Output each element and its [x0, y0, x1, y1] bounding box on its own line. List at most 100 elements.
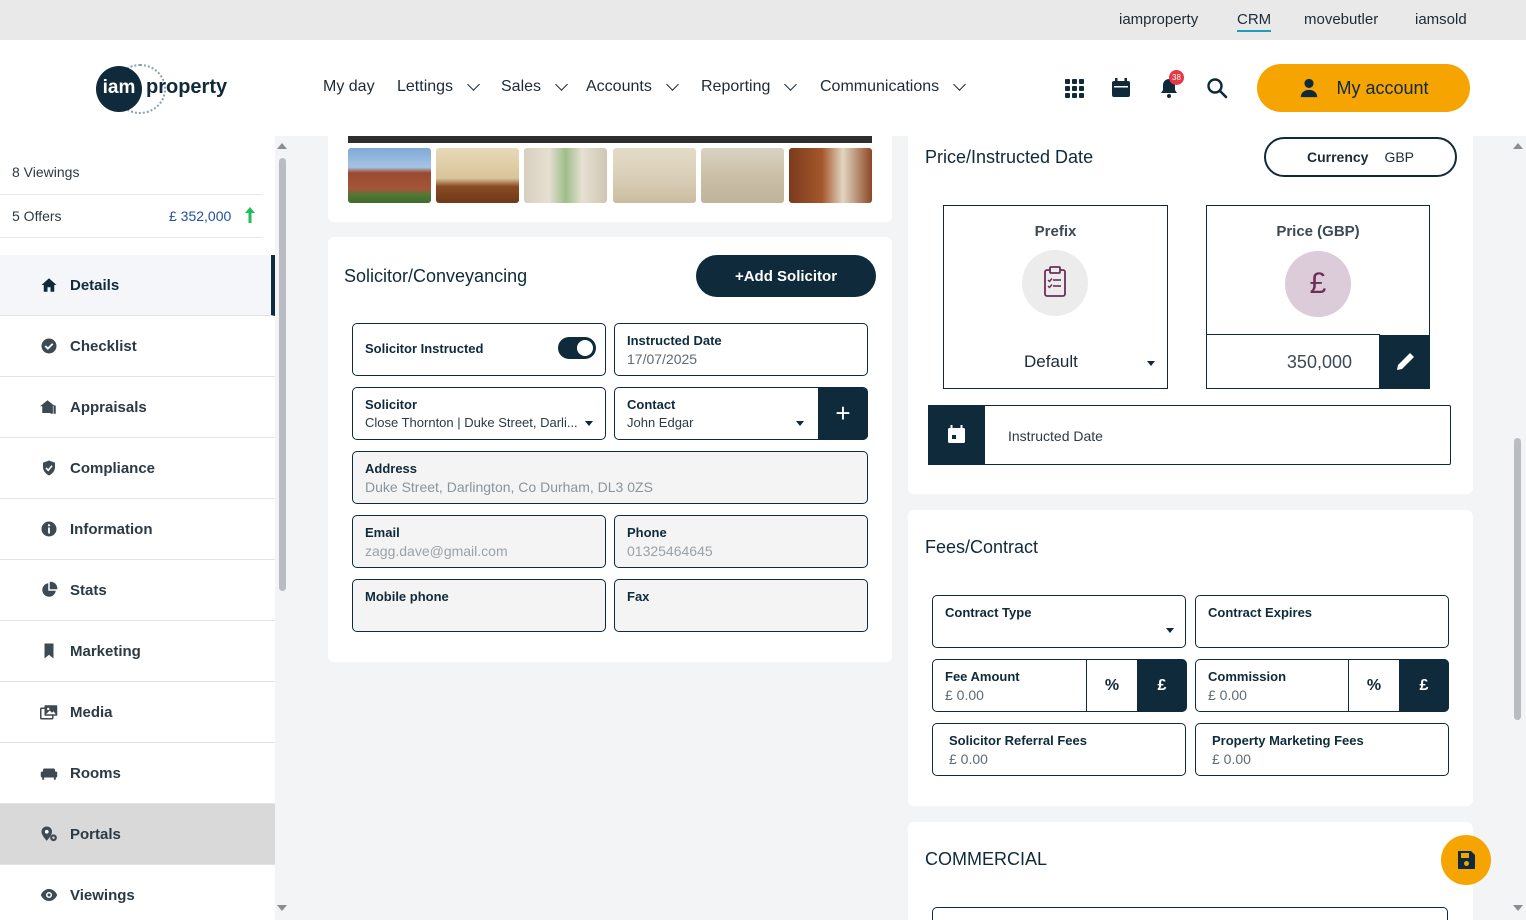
my-account-button[interactable]: My account: [1257, 64, 1470, 112]
nav-reporting[interactable]: Reporting: [701, 78, 798, 96]
nav-my-day[interactable]: My day: [323, 78, 375, 96]
brand-link-iamsold[interactable]: iamsold: [1415, 11, 1467, 28]
house-chart-icon: [40, 400, 56, 414]
field-value: 01325464645: [627, 543, 713, 559]
nav-lettings[interactable]: Lettings: [397, 78, 480, 96]
sidebar-item-appraisals[interactable]: Appraisals: [0, 377, 275, 438]
price-divider: [1206, 334, 1380, 335]
contract-expires-field[interactable]: Contract Expires: [1195, 595, 1449, 648]
address-field[interactable]: Address Duke Street, Darlington, Co Durh…: [352, 451, 868, 504]
field-label: Email: [365, 525, 400, 540]
sidebar-item-label: Compliance: [70, 459, 156, 477]
field-label: Mobile phone: [365, 589, 449, 604]
page-scrollbar-thumb[interactable]: [1514, 438, 1521, 720]
solicitor-instructed-date-field[interactable]: Instructed Date 17/07/2025: [614, 323, 868, 376]
sidebar-item-label: Marketing: [70, 642, 141, 660]
sidebar-item-label: Checklist: [70, 337, 137, 355]
mobile-phone-field[interactable]: Mobile phone: [352, 579, 606, 632]
sidebar-item-media[interactable]: Media: [0, 682, 275, 743]
sidebar-item-compliance[interactable]: Compliance: [0, 438, 275, 499]
sidebar-item-rooms[interactable]: Rooms: [0, 743, 275, 804]
field-label: Phone: [627, 525, 667, 540]
shield-check-icon: [43, 460, 55, 476]
apps-grid-icon[interactable]: [1062, 76, 1086, 100]
user-icon: [1301, 78, 1318, 98]
brand-link-iamproperty[interactable]: iamproperty: [1119, 11, 1198, 28]
offers-summary-row[interactable]: 5 Offers £ 352,000: [0, 195, 263, 238]
instructed-date-field[interactable]: [928, 405, 1451, 465]
viewings-summary-row[interactable]: 8 Viewings: [0, 158, 263, 195]
sidebar-item-marketing[interactable]: Marketing: [0, 621, 275, 682]
pencil-icon: [1397, 353, 1414, 370]
commercial-section-title: COMMERCIAL: [925, 849, 1048, 869]
property-photo-thumbnail[interactable]: [789, 148, 872, 203]
edit-price-button[interactable]: [1379, 335, 1430, 389]
main-photo-bottom-edge: [348, 136, 872, 143]
page-scroll-up-arrow[interactable]: [1513, 143, 1523, 149]
brand-link-crm[interactable]: CRM: [1237, 11, 1272, 32]
add-contact-button[interactable]: +: [818, 388, 868, 440]
property-photo-thumbnail[interactable]: [348, 148, 431, 203]
calendar-icon[interactable]: [1109, 76, 1133, 100]
email-field[interactable]: Email zagg.dave@gmail.com: [352, 515, 606, 568]
property-photo-thumbnail[interactable]: [701, 148, 784, 203]
contract-type-select[interactable]: Contract Type: [932, 595, 1186, 648]
sidebar-item-viewings[interactable]: Viewings: [0, 865, 275, 920]
sidebar-scroll-up-arrow[interactable]: [277, 143, 287, 149]
fax-field[interactable]: Fax: [614, 579, 868, 632]
property-photo-thumbnail[interactable]: [436, 148, 519, 203]
commission-percent-button[interactable]: %: [1349, 659, 1399, 712]
dropdown-caret-icon: [1147, 361, 1155, 366]
solicitor-referral-fees-field[interactable]: Solicitor Referral Fees £ 0.00: [932, 723, 1186, 776]
nav-accounts[interactable]: Accounts: [586, 78, 679, 96]
currency-value: GBP: [1384, 149, 1415, 165]
save-floppy-icon: [1458, 851, 1475, 869]
solicitor-instructed-toggle[interactable]: [558, 337, 596, 359]
commission-pound-button[interactable]: £: [1399, 659, 1449, 712]
sidebar-item-portals[interactable]: Portals: [0, 804, 275, 865]
sidebar-item-stats[interactable]: Stats: [0, 560, 275, 621]
calendar-icon: [948, 425, 965, 443]
sidebar-item-label: Appraisals: [70, 398, 147, 416]
save-fab-button[interactable]: [1441, 835, 1491, 885]
solicitor-select[interactable]: Solicitor Close Thornton | Duke Street, …: [352, 387, 606, 440]
prefix-round-badge: [1022, 250, 1088, 316]
sidebar-item-information[interactable]: Information: [0, 499, 275, 560]
fee-percent-button[interactable]: %: [1087, 659, 1137, 712]
nav-label: Communications: [820, 78, 940, 95]
nav-sales[interactable]: Sales: [501, 78, 568, 96]
fee-pound-button[interactable]: £: [1137, 659, 1187, 712]
sidebar-item-details[interactable]: Details: [0, 255, 275, 316]
add-solicitor-button[interactable]: +Add Solicitor: [696, 255, 876, 297]
field-label: Contract Expires: [1208, 605, 1313, 620]
brand-bar: iamproperty CRM movebutler iamsold: [0, 0, 1526, 40]
field-label: Property Marketing Fees: [1212, 733, 1364, 748]
instructed-date-calendar-button[interactable]: [928, 405, 985, 465]
phone-field[interactable]: Phone 01325464645: [614, 515, 868, 568]
currency-selector[interactable]: Currency GBP: [1264, 137, 1457, 177]
property-photo-thumbnail[interactable]: [524, 148, 607, 203]
sidebar-item-checklist[interactable]: Checklist: [0, 316, 275, 377]
chevron-down-icon: [467, 78, 480, 91]
info-icon: [41, 521, 57, 537]
sidebar-item-label: Portals: [70, 825, 121, 843]
sidebar-item-label: Information: [70, 520, 153, 538]
dropdown-caret-icon: [796, 421, 804, 426]
search-icon[interactable]: [1205, 76, 1229, 100]
price-value-input[interactable]: 350,000: [1206, 352, 1352, 373]
prefix-label: Prefix: [1034, 223, 1077, 240]
property-marketing-fees-field[interactable]: Property Marketing Fees £ 0.00: [1195, 723, 1449, 776]
sofa-icon: [40, 768, 58, 780]
sidebar-scrollbar-thumb[interactable]: [279, 158, 286, 591]
page-scroll-down-arrow[interactable]: [1513, 905, 1523, 911]
commercial-field[interactable]: [932, 907, 1448, 920]
bookmark-icon: [44, 643, 54, 659]
iamproperty-logo[interactable]: iam property: [96, 64, 236, 114]
nav-communications[interactable]: Communications: [820, 78, 967, 96]
field-value: £ 0.00: [1212, 751, 1251, 767]
field-value: zagg.dave@gmail.com: [365, 543, 508, 559]
property-photo-thumbnail[interactable]: [613, 148, 696, 203]
logo-word: property: [146, 76, 228, 98]
sidebar-scroll-down-arrow[interactable]: [277, 905, 287, 911]
brand-link-movebutler[interactable]: movebutler: [1304, 11, 1378, 28]
